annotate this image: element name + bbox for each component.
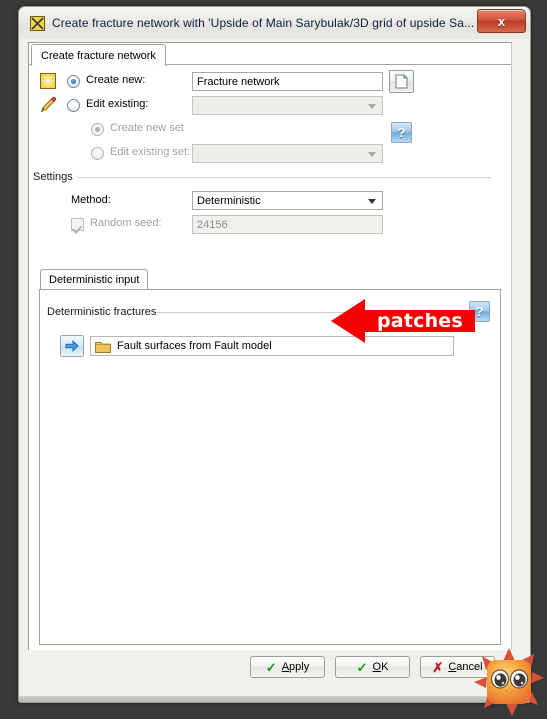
chevron-down-icon (368, 103, 376, 109)
main-tabstrip: Create fracture network (29, 43, 511, 66)
fracture-network-icon (30, 15, 45, 31)
main-panel: Create fracture network Create new: Frac… (28, 42, 512, 656)
label-create-new: Create new: (86, 74, 146, 86)
close-button[interactable]: x (477, 9, 526, 33)
new-fracture-network-icon (39, 72, 59, 92)
tab-create-fracture-network[interactable]: Create fracture network (31, 44, 166, 66)
deterministic-group-title: Deterministic fractures (47, 306, 162, 318)
dialog-window: Create fracture network with 'Upside of … (18, 6, 531, 703)
sun-face-emoji-sticker (474, 648, 544, 716)
radio-create-new-set[interactable] (91, 123, 104, 136)
method-value: Deterministic (197, 194, 261, 207)
chevron-down-icon (368, 151, 376, 157)
deterministic-panel: Deterministic input Deterministic fractu… (39, 269, 501, 645)
ok-button[interactable]: ✓ OK (335, 656, 410, 678)
dialog-button-bar: ✓ Apply ✓ OK ✗ Cancel (19, 650, 530, 702)
apply-label: Apply (281, 661, 310, 673)
settings-group-line (77, 177, 491, 178)
window-bottom-edge (19, 696, 530, 702)
label-method: Method: (71, 194, 111, 206)
top-form: Create new: Fracture network Edit existi… (29, 66, 511, 262)
new-document-icon[interactable] (389, 70, 414, 93)
tab-deterministic-input[interactable]: Deterministic input (40, 269, 149, 290)
dialog-client-area: Create fracture network Create new: Frac… (19, 39, 530, 702)
tab-label: Deterministic input (49, 274, 140, 286)
label-random-seed: Random seed: (90, 217, 162, 229)
pencil-edit-icon (39, 96, 59, 116)
label-edit-existing-set: Edit existing set: (110, 146, 191, 158)
titlebar: Create fracture network with 'Upside of … (19, 7, 530, 39)
label-create-new-set: Create new set (110, 122, 184, 134)
help-button-deterministic[interactable]: ? (469, 301, 490, 322)
tab-label: Create fracture network (41, 49, 156, 62)
method-combo[interactable]: Deterministic (192, 191, 383, 210)
apply-button[interactable]: ✓ Apply (250, 656, 325, 678)
red-cross-icon: ✗ (432, 659, 444, 675)
label-edit-existing: Edit existing: (86, 98, 149, 110)
deterministic-group-line (156, 312, 461, 313)
random-seed-checkbox[interactable] (71, 218, 84, 231)
table-row[interactable]: Fault surfaces from Fault model (90, 336, 454, 356)
green-check-icon: ✓ (265, 659, 277, 675)
ok-label: OK (372, 661, 389, 673)
window-title: Create fracture network with 'Upside of … (52, 16, 475, 30)
screen: Create fracture network with 'Upside of … (0, 0, 547, 719)
green-check-icon: ✓ (356, 659, 368, 675)
settings-group-title: Settings (33, 171, 78, 183)
row-label: Fault surfaces from Fault model (117, 340, 272, 352)
folder-icon (95, 340, 111, 353)
radio-create-new[interactable] (67, 75, 80, 88)
radio-edit-existing-set[interactable] (91, 147, 104, 160)
help-button-top[interactable]: ? (391, 122, 412, 143)
deterministic-body: Deterministic fractures ? Fault surfaces… (39, 289, 501, 645)
chevron-down-icon (368, 198, 376, 204)
create-new-name-input[interactable]: Fracture network (192, 72, 383, 91)
edit-existing-set-combo[interactable] (192, 144, 383, 163)
edit-existing-combo[interactable] (192, 96, 383, 115)
random-seed-input[interactable]: 24156 (192, 215, 383, 234)
blue-right-arrow-icon[interactable] (60, 335, 84, 357)
radio-edit-existing[interactable] (67, 99, 80, 112)
